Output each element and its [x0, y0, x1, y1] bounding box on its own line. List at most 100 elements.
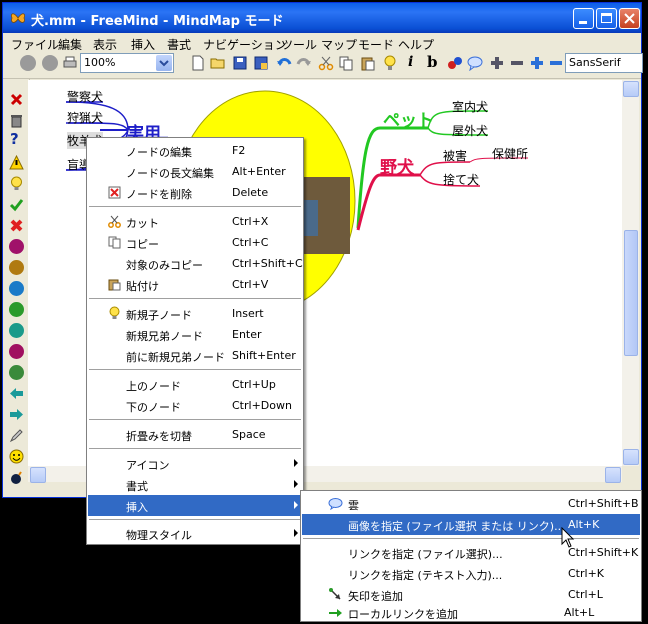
priority-3-icon[interactable]: [9, 281, 24, 296]
chevron-down-icon[interactable]: [156, 55, 172, 71]
open-folder-icon[interactable]: [210, 55, 226, 71]
zoom-out-icon[interactable]: [509, 55, 525, 71]
submenu-item-local-link[interactable]: ローカルリンクを追加 Alt+L: [302, 605, 640, 621]
menu-item-insert[interactable]: 挿入: [88, 495, 302, 516]
cloud-icon[interactable]: [467, 55, 483, 71]
scroll-up-button[interactable]: [623, 81, 639, 97]
decrease-font-icon[interactable]: [548, 55, 564, 71]
smiley-icon[interactable]: [9, 449, 24, 464]
node-damage[interactable]: 被害: [443, 147, 467, 164]
menu-item-new-sibling[interactable]: 新規兄弟ノード Enter: [88, 324, 302, 345]
submenu-item-set-image[interactable]: 画像を指定 (ファイル選択 または リンク)... Alt+K: [302, 514, 640, 535]
menu-item-delete-node[interactable]: ノードを削除 Delete: [88, 182, 302, 203]
priority-7-icon[interactable]: [9, 365, 24, 380]
undo-icon[interactable]: [276, 55, 292, 71]
node-hunting-dog[interactable]: 狩猟犬: [67, 109, 103, 126]
print-icon[interactable]: [62, 55, 78, 71]
bold-button[interactable]: b: [427, 53, 438, 71]
increase-font-icon[interactable]: [529, 55, 545, 71]
back-icon[interactable]: [20, 55, 36, 71]
minimize-button[interactable]: [573, 8, 594, 29]
priority-2-icon[interactable]: [9, 260, 24, 275]
delete-icon: [108, 186, 121, 199]
pencil-icon[interactable]: [9, 428, 24, 443]
menu-item-edit-long-node[interactable]: ノードの長文編集 Alt+Enter: [88, 161, 302, 182]
scroll-left-button[interactable]: [30, 467, 46, 483]
new-file-icon[interactable]: [190, 55, 206, 71]
menu-separator: [89, 419, 301, 420]
copy-icon[interactable]: [338, 55, 354, 71]
paste-icon[interactable]: [360, 55, 376, 71]
warning-icon[interactable]: [9, 155, 24, 170]
lightbulb-icon[interactable]: [382, 55, 398, 71]
node-outdoor-dog[interactable]: 屋外犬: [452, 122, 488, 139]
font-select[interactable]: SansSerif: [565, 53, 643, 73]
remove-icon-icon[interactable]: [9, 92, 24, 107]
priority-5-icon[interactable]: [9, 323, 24, 338]
submenu-item-link-text[interactable]: リンクを指定 (テキスト入力)... Ctrl+K: [302, 563, 640, 584]
checkmark-icon[interactable]: [9, 197, 24, 212]
italic-button[interactable]: i: [408, 54, 413, 70]
question-icon[interactable]: ?: [10, 130, 19, 148]
menu-item-new-prev-sibling[interactable]: 前に新規兄弟ノード Shift+Enter: [88, 345, 302, 366]
mouse-cursor-icon: [561, 527, 575, 548]
redo-icon[interactable]: [296, 55, 312, 71]
zoom-select[interactable]: 100%: [80, 53, 174, 73]
menu-item-cut[interactable]: カット Ctrl+X: [88, 211, 302, 232]
submenu-arrow-icon: [294, 480, 298, 488]
menu-item-copy-single[interactable]: 対象のみコピー Ctrl+Shift+C: [88, 253, 303, 274]
maximize-button[interactable]: [596, 8, 617, 29]
menu-item-toggle-fold[interactable]: 折畳みを切替 Space: [88, 424, 302, 445]
menu-item-icons[interactable]: アイコン: [88, 453, 302, 474]
menu-item-edit-node[interactable]: ノードの編集 F2: [88, 140, 302, 161]
node-police-dog[interactable]: 警察犬: [67, 88, 103, 105]
cancel-icon[interactable]: [9, 218, 24, 233]
node-health-center[interactable]: 保健所: [492, 145, 528, 162]
save-as-icon[interactable]: [253, 55, 269, 71]
trash-icon[interactable]: [9, 113, 24, 128]
menu-item-node-up[interactable]: 上のノード Ctrl+Up: [88, 374, 302, 395]
close-button[interactable]: [619, 8, 640, 29]
submenu-item-link-file[interactable]: リンクを指定 (ファイル選択)... Ctrl+Shift+K: [302, 542, 640, 563]
cut-icon[interactable]: [318, 55, 334, 71]
arrow-right-icon[interactable]: [9, 407, 24, 422]
zoom-value: 100%: [84, 56, 116, 69]
menu-item-physical-style[interactable]: 物理スタイル: [88, 523, 302, 544]
idea-icon[interactable]: [9, 176, 24, 191]
save-icon[interactable]: [232, 55, 248, 71]
lightbulb-icon: [109, 306, 120, 319]
bomb-icon[interactable]: [9, 470, 24, 485]
menu-separator: [89, 448, 301, 449]
node-color-icon[interactable]: [447, 55, 463, 71]
menu-item-copy[interactable]: コピー Ctrl+C: [88, 232, 302, 253]
title-bar[interactable]: 犬.mm - FreeMind - MindMap モード: [3, 3, 641, 33]
node-indoor-dog[interactable]: 室内犬: [452, 98, 488, 115]
window-title: 犬.mm - FreeMind - MindMap モード: [31, 14, 284, 29]
menu-separator: [89, 298, 301, 299]
submenu-item-add-arrow[interactable]: 矢印を追加 Ctrl+L: [302, 584, 640, 605]
submenu-arrow-icon: [294, 529, 298, 537]
priority-1-icon[interactable]: [9, 239, 24, 254]
priority-6-icon[interactable]: [9, 344, 24, 359]
arrow-link-icon: [329, 588, 341, 600]
paste-icon: [108, 279, 121, 291]
vertical-scroll-thumb[interactable]: [624, 230, 638, 356]
zoom-in-icon[interactable]: [489, 55, 505, 71]
arrow-left-icon[interactable]: [9, 386, 24, 401]
menu-item-paste[interactable]: 貼付け Ctrl+V: [88, 274, 302, 295]
priority-4-icon[interactable]: [9, 302, 24, 317]
node-abandoned-dog[interactable]: 捨て犬: [443, 171, 479, 188]
submenu-arrow-icon: [294, 501, 298, 509]
scroll-down-button[interactable]: [623, 449, 639, 465]
forward-icon[interactable]: [42, 55, 58, 71]
menu-item-new-child[interactable]: 新規子ノード Insert: [88, 303, 302, 324]
menu-separator: [89, 206, 301, 207]
node-pet[interactable]: ペット: [383, 106, 434, 131]
menu-item-format[interactable]: 書式: [88, 474, 302, 495]
minimize-icon: [579, 21, 587, 24]
node-stray-dog[interactable]: 野犬: [380, 153, 414, 178]
submenu-item-cloud[interactable]: 雲 Ctrl+Shift+B: [302, 493, 640, 514]
menu-item-node-down[interactable]: 下のノード Ctrl+Down: [88, 395, 302, 416]
close-icon: [624, 13, 635, 24]
scroll-right-button[interactable]: [605, 467, 621, 483]
